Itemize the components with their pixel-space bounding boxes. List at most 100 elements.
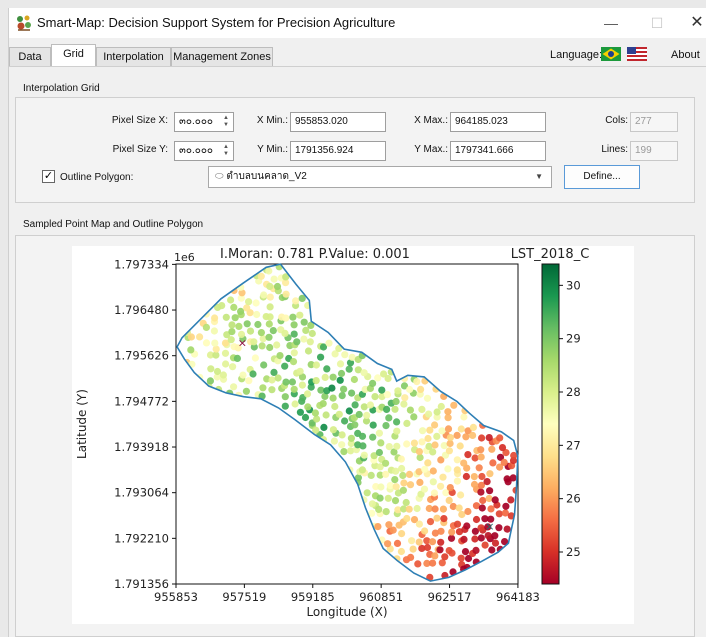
sample-point [228,328,236,336]
y-tick-label: 1.793918 [114,440,169,454]
sample-point [453,520,462,528]
sample-point [456,442,464,450]
minimize-button[interactable]: — [597,12,625,34]
sample-point [337,369,346,378]
sample-point [393,418,401,426]
sample-point [392,483,400,491]
outline-polygon-select[interactable]: ⬭ ตำบลบนคลาด_V2 ▼ [208,166,552,188]
sample-point [397,455,405,463]
sample-point [187,346,195,354]
colorbar-tick-label: 25 [566,545,581,559]
sample-point [405,470,414,478]
sample-point [322,411,330,419]
sample-point [410,439,418,447]
sample-point [218,302,226,310]
sample-point [245,377,253,385]
sample-point [457,554,465,562]
sample-point [417,385,425,393]
sample-point [469,431,477,439]
sample-point [212,345,220,353]
sample-point [472,546,480,554]
sample-point [391,497,400,505]
sample-point [358,432,367,440]
brazil-flag-icon[interactable] [601,47,621,61]
map-section-title: Sampled Point Map and Outline Polygon [23,219,204,230]
sample-point [347,434,355,442]
sample-point [477,446,485,454]
sample-point [345,365,353,373]
tab-management-zones[interactable]: Management Zones [171,47,273,67]
x-min-field[interactable]: 955853.020 [290,112,386,132]
y-min-field[interactable]: 1791356.924 [290,141,386,161]
title-bar: Smart-Map: Decision Support System for P… [9,8,706,38]
sample-point [296,367,304,375]
sample-point [289,358,298,366]
pixel-size-x-spinbox[interactable]: ๓๐.๐๐๐ ▲ ▼ [174,112,234,132]
sample-point [341,417,349,425]
x-marker: × [238,337,247,350]
sample-point [249,370,257,378]
sample-point [369,421,377,429]
sample-point [382,508,390,516]
lines-field: 199 [630,141,678,161]
sample-point [488,445,496,453]
sample-point [408,537,416,545]
sample-point [415,520,423,528]
sample-point [202,339,211,347]
sample-point [406,406,414,414]
sample-point [207,365,215,373]
sample-point [486,470,494,478]
sample-point [229,363,237,371]
pixel-size-y-spinbox[interactable]: ๓๐.๐๐๐ ▲ ▼ [174,141,234,161]
sample-point [202,323,210,331]
x-tick-label: 957519 [222,590,266,604]
sample-point [374,523,382,531]
sample-point [460,459,468,467]
sample-point [303,390,312,398]
sample-point [251,354,259,362]
sample-point [270,275,278,283]
y-max-field[interactable]: 1797341.666 [450,141,546,161]
usa-flag-icon[interactable] [627,47,647,61]
about-link[interactable]: About [671,49,700,61]
sample-point [416,478,424,486]
spin-arrows-icon[interactable]: ▲ ▼ [223,144,231,158]
sample-point [338,441,346,449]
y-tick-label: 1.795626 [114,349,169,363]
tab-grid[interactable]: Grid [51,44,96,67]
sample-point [413,378,421,386]
sample-point [348,389,356,397]
x-max-field[interactable]: 964185.023 [450,112,546,132]
chevron-down-icon[interactable]: ▼ [535,167,543,187]
lines-label: Lines: [601,144,628,155]
sample-point [481,541,489,549]
sample-point [477,524,485,532]
sample-point [470,473,478,481]
sample-point [311,409,319,417]
sample-point [391,405,399,413]
outline-polygon-checkbox[interactable]: ✓ [42,170,55,183]
polygon-layer-icon: ⬭ [215,171,227,182]
sample-point [391,476,399,484]
sample-point [243,304,251,312]
sample-point [341,351,349,359]
sample-point [420,485,429,493]
spin-arrows-icon[interactable]: ▲ ▼ [223,115,231,129]
y-tick-label: 1.796480 [114,303,169,317]
tab-interpolation[interactable]: Interpolation [96,47,171,67]
define-button[interactable]: Define... [564,165,640,189]
sample-point [431,505,439,513]
pixel-size-y-value: ๓๐.๐๐๐ [179,145,214,156]
sample-point [415,448,423,456]
sample-point [211,339,219,347]
close-button[interactable]: ✕ [683,12,706,34]
sample-point [440,515,448,523]
sample-point [331,402,339,411]
sample-point [450,401,458,409]
window-title: Smart-Map: Decision Support System for P… [37,15,396,30]
tab-data[interactable]: Data [9,47,51,67]
sample-point [239,371,247,379]
sample-point [485,434,493,442]
sample-point [222,313,230,321]
maximize-button[interactable]: ☐ [643,12,671,34]
